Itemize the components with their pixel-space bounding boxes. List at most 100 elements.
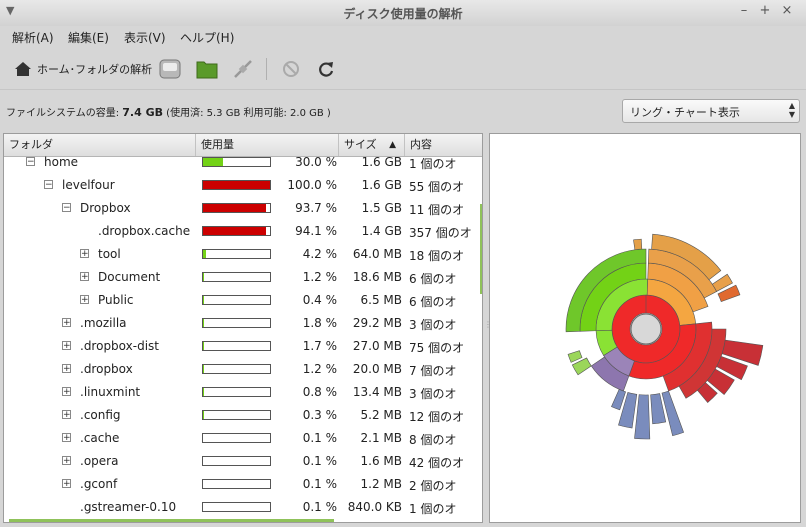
chart-type-select[interactable]: リング・チャート表示 ▲ ▼	[622, 99, 800, 123]
tree-row[interactable]: + .dropbox 1.2 % 20.0 MB 7 個のオ	[4, 358, 482, 381]
usage-bar-fill	[203, 227, 267, 235]
collapse-icon[interactable]: −	[44, 180, 53, 190]
usage-bar	[202, 318, 271, 328]
usage-bar	[202, 203, 271, 213]
tree-row[interactable]: + tool 4.2 % 64.0 MB 18 個のオ	[4, 243, 482, 266]
tree-row[interactable]: .gstreamer-0.10 0.1 % 840.0 KB 1 個のオ	[4, 496, 482, 519]
folder-contents: 1 個のオ	[409, 157, 457, 171]
ring-segment[interactable]	[567, 350, 583, 363]
usage-percent: 0.1 %	[302, 477, 337, 491]
ring-segment[interactable]	[633, 238, 643, 251]
tree-row[interactable]: + .cache 0.1 % 2.1 MB 8 個のオ	[4, 427, 482, 450]
folder-name: home	[44, 155, 79, 169]
menu-analyze[interactable]: 解析(A)	[12, 29, 54, 46]
usage-percent: 1.2 %	[302, 362, 337, 376]
folder-contents: 357 個のオ	[409, 226, 472, 240]
scan-filesystem-icon[interactable]	[158, 57, 182, 81]
vertical-scrollbar[interactable]	[480, 204, 482, 294]
usage-bar	[202, 433, 271, 443]
usage-bar-fill	[203, 319, 205, 327]
expand-icon[interactable]: +	[62, 456, 71, 466]
folder-contents: 75 個のオ	[409, 341, 465, 355]
ring-chart-panel[interactable]	[489, 133, 801, 523]
tree-row[interactable]: + .dropbox-dist 1.7 % 27.0 MB 75 個のオ	[4, 335, 482, 358]
expand-icon[interactable]: +	[62, 410, 71, 420]
menu-help[interactable]: ヘルプ(H)	[180, 29, 234, 46]
expand-icon[interactable]: +	[80, 249, 89, 259]
toolbar: ホーム･フォルダの解析	[0, 49, 806, 90]
tree-row[interactable]: + Public 0.4 % 6.5 MB 6 個のオ	[4, 289, 482, 312]
usage-percent: 30.0 %	[295, 155, 337, 169]
tree-row[interactable]: .dropbox.cache 94.1 % 1.4 GB 357 個のオ	[4, 220, 482, 243]
minimize-icon[interactable]: –	[736, 3, 752, 19]
expand-icon[interactable]: +	[62, 364, 71, 374]
folder-size: 1.6 GB	[361, 178, 402, 192]
usage-percent: 0.1 %	[302, 454, 337, 468]
maximize-icon[interactable]: +	[757, 3, 773, 19]
tree-row[interactable]: − Dropbox 93.7 % 1.5 GB 11 個のオ	[4, 197, 482, 220]
tree-row[interactable]: + .gconf 0.1 % 1.2 MB 2 個のオ	[4, 473, 482, 496]
usage-percent: 100.0 %	[287, 178, 337, 192]
scan-folder-icon[interactable]	[195, 57, 219, 81]
usage-bar	[202, 364, 271, 374]
expand-icon[interactable]: +	[62, 341, 71, 351]
tree-row[interactable]: − home 30.0 % 1.6 GB 1 個のオ	[4, 151, 482, 174]
pane-divider[interactable]: ⋮	[484, 320, 492, 329]
tree-row[interactable]: + .opera 0.1 % 1.6 MB 42 個のオ	[4, 450, 482, 473]
folder-size: 29.2 MB	[352, 316, 402, 330]
folder-contents: 11 個のオ	[409, 203, 465, 217]
usage-percent: 94.1 %	[295, 224, 337, 238]
ring-center[interactable]	[630, 313, 662, 345]
stop-icon[interactable]	[279, 57, 303, 81]
usage-percent: 93.7 %	[295, 201, 337, 215]
horizontal-scrollbar[interactable]	[9, 519, 334, 522]
tree-row[interactable]: + .mozilla 1.8 % 29.2 MB 3 個のオ	[4, 312, 482, 335]
expand-icon[interactable]: +	[62, 318, 71, 328]
folder-name: Dropbox	[80, 201, 131, 215]
folder-size: 1.6 MB	[360, 454, 402, 468]
usage-bar	[202, 180, 271, 190]
tree-row[interactable]: − levelfour 100.0 % 1.6 GB 55 個のオ	[4, 174, 482, 197]
menu-edit[interactable]: 編集(E)	[68, 29, 109, 46]
expand-icon[interactable]: +	[62, 433, 71, 443]
usage-bar	[202, 157, 271, 167]
folder-contents: 8 個のオ	[409, 433, 457, 447]
folder-tree[interactable]: フォルダ 使用量 サイズ ▲ 内容 − home 30.0 % 1.6 GB 1 個のオ…	[3, 133, 483, 523]
usage-bar-fill	[203, 273, 204, 281]
tree-row[interactable]: + Document 1.2 % 18.6 MB 6 個のオ	[4, 266, 482, 289]
tree-row[interactable]: + .linuxmint 0.8 % 13.4 MB 3 個のオ	[4, 381, 482, 404]
folder-name: levelfour	[62, 178, 115, 192]
expand-icon[interactable]: +	[62, 387, 71, 397]
usage-percent: 0.1 %	[302, 500, 337, 514]
usage-bar-fill	[203, 250, 206, 258]
ring-segment[interactable]	[634, 394, 651, 440]
expand-icon[interactable]: +	[80, 295, 89, 305]
expand-icon[interactable]: +	[80, 272, 89, 282]
scan-home-button[interactable]: ホーム･フォルダの解析	[14, 59, 152, 79]
collapse-icon[interactable]: −	[62, 203, 71, 213]
folder-size: 5.2 MB	[360, 408, 402, 422]
ring-chart[interactable]	[490, 134, 800, 522]
column-size-label: サイズ	[344, 138, 377, 151]
usage-bar	[202, 295, 271, 305]
folder-name: .dropbox	[80, 362, 133, 376]
expand-icon[interactable]: +	[62, 479, 71, 489]
folder-contents: 7 個のオ	[409, 364, 457, 378]
ring-segment[interactable]	[661, 390, 685, 437]
folder-name: .dropbox-dist	[80, 339, 159, 353]
usage-bar	[202, 479, 271, 489]
menu-view[interactable]: 表示(V)	[124, 29, 166, 46]
folder-contents: 55 個のオ	[409, 180, 465, 194]
folder-size: 1.2 MB	[360, 477, 402, 491]
collapse-icon[interactable]: −	[26, 157, 35, 167]
folder-size: 6.5 MB	[360, 293, 402, 307]
filesystem-capacity: ファイルシステムの容量: 7.4 GB (使用済: 5.3 GB 利用可能: 2…	[6, 104, 331, 119]
capacity-value: 7.4 GB	[122, 106, 163, 119]
usage-percent: 0.8 %	[302, 385, 337, 399]
close-icon[interactable]: ×	[779, 3, 795, 19]
scan-remote-icon[interactable]	[231, 57, 255, 81]
refresh-icon[interactable]	[314, 57, 338, 81]
folder-size: 20.0 MB	[352, 362, 402, 376]
tree-row[interactable]: + .config 0.3 % 5.2 MB 12 個のオ	[4, 404, 482, 427]
folder-name: .mozilla	[80, 316, 127, 330]
